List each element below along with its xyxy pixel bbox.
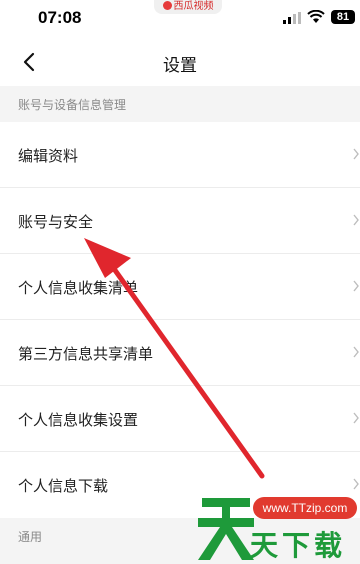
list-item-label: 个人信息收集设置: [18, 411, 139, 429]
chevron-right-icon: [353, 346, 359, 358]
list-item-account-security[interactable]: 账号与安全: [0, 188, 360, 254]
settings-screen: 07:08 西瓜视频 81 设置 账号与设备信息管理 编辑资料 账号与安全 个人…: [0, 0, 360, 564]
chevron-right-icon: [353, 478, 359, 490]
status-bar: 07:08 西瓜视频 81: [0, 0, 360, 36]
nav-bar: 设置: [0, 36, 360, 86]
chevron-right-icon: [353, 214, 359, 226]
section-header-general-label: 通用: [18, 530, 43, 544]
settings-list: 编辑资料 账号与安全 个人信息收集清单 第三方信息共享清单 个人信息收集设置 个…: [0, 122, 360, 518]
section-header-account-label: 账号与设备信息管理: [18, 98, 127, 112]
chevron-right-icon: [353, 280, 359, 292]
watermark-logo-icon: [198, 498, 254, 560]
page-title: 设置: [163, 56, 197, 76]
watermark-text: 天下载: [250, 529, 347, 562]
status-time: 07:08: [38, 8, 82, 27]
app-indicator-label: 西瓜视频: [173, 1, 214, 12]
wifi-icon: [307, 10, 325, 23]
battery-icon: 81: [331, 10, 355, 24]
chevron-right-icon: [353, 412, 359, 424]
section-header-account: 账号与设备信息管理: [0, 86, 360, 122]
app-indicator: 西瓜视频: [154, 0, 222, 14]
signal-icon: [283, 12, 301, 24]
list-item-label: 编辑资料: [18, 147, 79, 165]
chevron-right-icon: [353, 148, 359, 160]
list-item-edit-profile[interactable]: 编辑资料: [0, 122, 360, 188]
list-item-label: 个人信息下载: [18, 477, 109, 495]
watermark-url: www.TTzip.com: [253, 497, 357, 519]
list-item-info-collection-settings[interactable]: 个人信息收集设置: [0, 386, 360, 452]
app-logo-icon: [162, 1, 172, 10]
list-item-info-collection-list[interactable]: 个人信息收集清单: [0, 254, 360, 320]
list-item-label: 个人信息收集清单: [18, 279, 139, 297]
list-item-third-party-sharing[interactable]: 第三方信息共享清单: [0, 320, 360, 386]
list-item-label: 第三方信息共享清单: [18, 345, 154, 363]
list-item-label: 账号与安全: [18, 213, 94, 231]
